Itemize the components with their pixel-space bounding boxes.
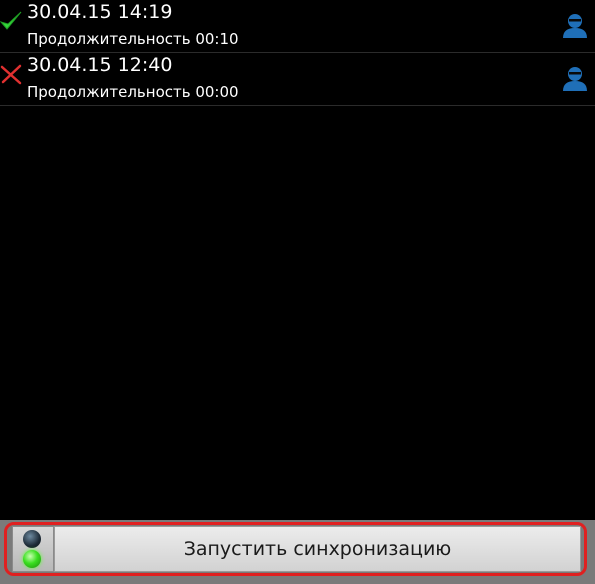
call-log-item[interactable]: 30.04.15 14:19 Продолжительность 00:10 xyxy=(0,0,595,53)
cross-icon xyxy=(0,64,22,85)
status-lamp-green-icon xyxy=(23,550,41,568)
call-log-list: 30.04.15 14:19 Продолжительность 00:10 3… xyxy=(0,0,595,106)
call-duration: Продолжительность 00:10 xyxy=(27,30,239,48)
start-sync-button[interactable]: Запустить синхронизацию xyxy=(54,526,581,572)
call-datetime: 30.04.15 12:40 xyxy=(27,54,173,76)
user-avatar-icon[interactable] xyxy=(561,64,589,92)
user-avatar-icon[interactable] xyxy=(561,11,589,39)
call-datetime: 30.04.15 14:19 xyxy=(27,1,173,23)
call-duration: Продолжительность 00:00 xyxy=(27,83,239,101)
status-lamp-off-icon xyxy=(23,530,41,548)
sync-status-indicator xyxy=(12,526,54,572)
checkmark-icon xyxy=(0,11,22,30)
call-log-item[interactable]: 30.04.15 12:40 Продолжительность 00:00 xyxy=(0,53,595,106)
